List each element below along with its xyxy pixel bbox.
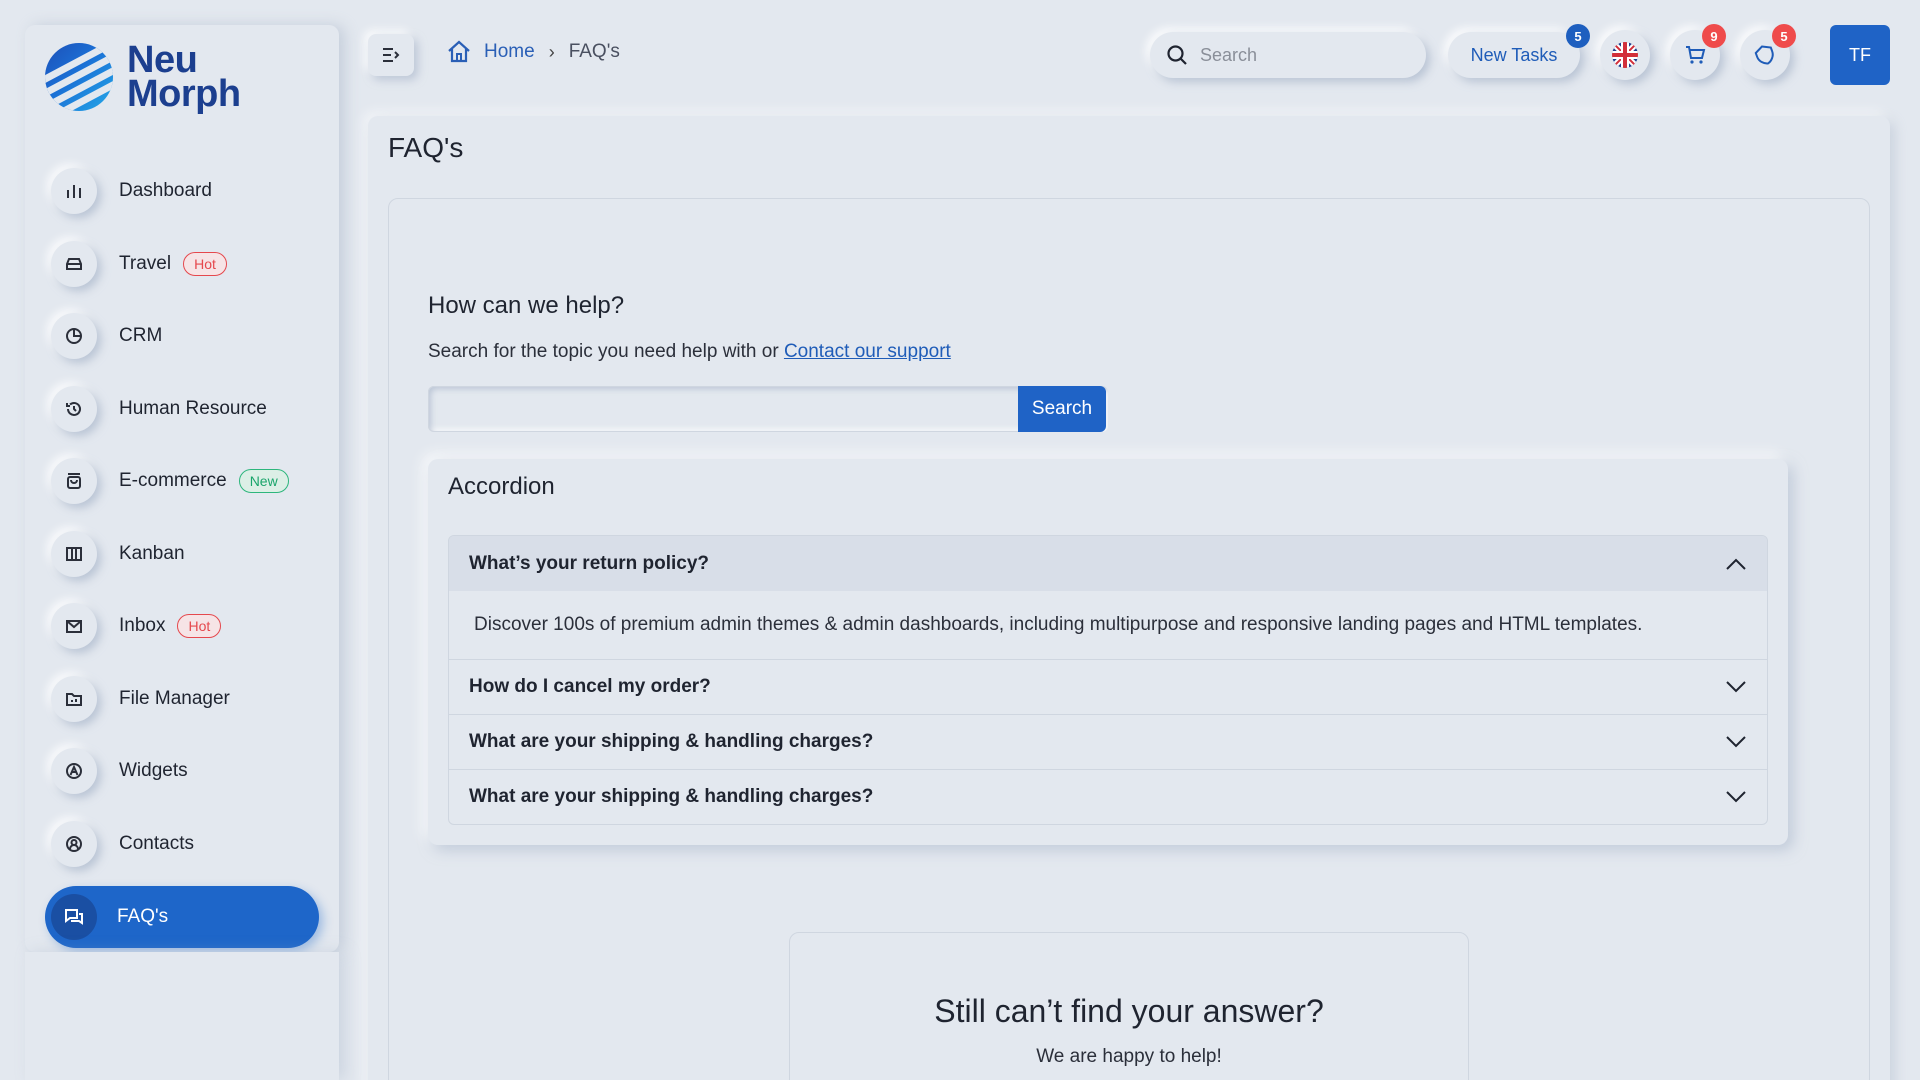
cart-count-badge: 9 <box>1702 24 1726 48</box>
sidebar-item-travel[interactable]: Travel Hot <box>25 228 339 301</box>
menu-collapse-icon <box>383 48 400 62</box>
sidebar-item-label: Kanban <box>119 542 185 564</box>
chevron-up-icon <box>1726 558 1746 570</box>
new-tasks-button[interactable]: New Tasks 5 <box>1448 24 1590 78</box>
sidebar-item-widgets[interactable]: Widgets <box>25 735 339 808</box>
sidebar-item-dashboard[interactable]: Dashboard <box>25 155 339 228</box>
accordion-answer: Discover 100s of premium admin themes & … <box>449 591 1767 659</box>
search-icon <box>1167 45 1187 65</box>
help-search-button[interactable]: Search <box>1018 386 1106 432</box>
header-search[interactable] <box>1150 32 1426 78</box>
sidebar-item-label: E-commerce <box>119 470 227 492</box>
sidebar-item-file-manager[interactable]: File Manager <box>25 663 339 736</box>
accordion-list: What’s your return policy? Discover 100s… <box>448 535 1768 825</box>
breadcrumb-current: FAQ's <box>568 41 620 62</box>
accordion-title: Accordion <box>448 473 555 500</box>
sidebar-item-human-resource[interactable]: Human Resource <box>25 373 339 446</box>
chevron-right-icon: › <box>548 41 555 62</box>
brand-line2: Morph <box>127 73 241 115</box>
accordion-item-header[interactable]: How do I cancel my order? <box>449 659 1767 714</box>
menu-toggle-button[interactable] <box>368 34 414 76</box>
page-title: FAQ's <box>388 132 464 163</box>
sidebar-item-label: Human Resource <box>119 397 267 419</box>
brand-line1: Neu <box>127 39 198 81</box>
sidebar-item-label: Contacts <box>119 832 194 854</box>
accordion-question: How do I cancel my order? <box>469 676 711 697</box>
sidebar-item-label: Widgets <box>119 760 188 782</box>
sidebar-item-label: Dashboard <box>119 180 212 202</box>
chevron-down-icon <box>1726 736 1746 748</box>
accordion-question: What’s your return policy? <box>469 552 709 574</box>
accordion-item-header[interactable]: What are your shipping & handling charge… <box>449 769 1767 824</box>
help-subtitle: Search for the topic you need help with … <box>428 341 951 363</box>
sidebar: Neu Morph Dashboard Travel Hot CRM Human… <box>25 25 339 952</box>
brand-name: Neu Morph <box>127 39 241 115</box>
brand-logo[interactable]: Neu Morph <box>45 39 241 115</box>
notifications-count-badge: 5 <box>1772 24 1796 48</box>
help-title: How can we help? <box>428 292 625 319</box>
still-need-help-title: Still can’t find your answer? <box>934 993 1324 1029</box>
language-button[interactable] <box>1600 30 1650 80</box>
sidebar-item-contacts[interactable]: Contacts <box>25 808 339 881</box>
globe-logo-icon <box>45 43 113 111</box>
accordion-item-header[interactable]: What are your shipping & handling charge… <box>449 714 1767 769</box>
cart-button[interactable]: 9 <box>1670 24 1726 80</box>
chevron-down-icon <box>1726 791 1746 803</box>
cart-icon <box>1686 46 1706 64</box>
home-icon[interactable] <box>446 40 472 64</box>
accordion: Accordion What’s your return policy? Dis… <box>428 459 1788 845</box>
sidebar-item-faqs[interactable]: FAQ's <box>45 886 319 948</box>
new-tasks-count-badge: 5 <box>1566 24 1590 48</box>
main-content: FAQ's How can we help? Search for the to… <box>368 116 1890 1080</box>
sidebar-nav: Dashboard Travel Hot CRM Human Resource <box>25 155 339 948</box>
chat-icon <box>51 894 97 940</box>
history-icon <box>51 385 97 432</box>
help-subtitle-text: Search for the topic you need help with … <box>428 341 779 362</box>
accordion-question: What are your shipping & handling charge… <box>469 731 874 752</box>
chevron-down-icon <box>1726 681 1746 693</box>
widget-icon <box>51 748 97 795</box>
folder-icon <box>51 675 97 722</box>
car-icon <box>51 240 97 287</box>
hot-badge: Hot <box>183 251 227 276</box>
bar-chart-icon <box>51 168 97 215</box>
sidebar-item-inbox[interactable]: Inbox Hot <box>25 590 339 663</box>
accordion-item-header[interactable]: What’s your return policy? <box>449 536 1767 591</box>
new-badge: New <box>238 469 289 494</box>
shopping-bag-icon <box>51 458 97 505</box>
contact-support-link[interactable]: Contact our support <box>784 341 951 362</box>
shield-icon <box>1754 45 1774 65</box>
sidebar-item-label: Travel <box>119 252 172 274</box>
header-search-input[interactable] <box>1200 44 1400 66</box>
help-search-input[interactable] <box>428 386 1018 432</box>
sidebar-item-label: FAQ's <box>117 906 169 927</box>
sidebar-item-crm[interactable]: CRM <box>25 300 339 373</box>
mail-icon <box>51 603 97 650</box>
sidebar-item-label: File Manager <box>119 687 230 709</box>
hot-badge: Hot <box>177 614 222 639</box>
help-search: Search <box>428 386 1108 432</box>
sidebar-item-ecommerce[interactable]: E-commerce New <box>25 445 339 518</box>
sidebar-background <box>25 952 339 1080</box>
sidebar-item-kanban[interactable]: Kanban <box>25 518 339 591</box>
user-circle-icon <box>51 820 97 867</box>
breadcrumb-home-link[interactable]: Home <box>484 41 535 63</box>
notifications-button[interactable]: 5 <box>1740 24 1796 80</box>
sidebar-item-label: Inbox <box>119 615 166 637</box>
uk-flag-icon <box>1612 42 1638 68</box>
pie-chart-icon <box>51 313 97 360</box>
sidebar-item-label: CRM <box>119 325 163 347</box>
columns-icon <box>51 530 97 577</box>
still-need-help-subtitle: We are happy to help! <box>1036 1046 1222 1067</box>
new-tasks-label: New Tasks <box>1470 44 1558 65</box>
breadcrumb: Home › FAQ's <box>446 40 620 64</box>
avatar[interactable]: TF <box>1830 25 1890 85</box>
accordion-question: What are your shipping & handling charge… <box>469 786 874 807</box>
still-need-help-card: Still can’t find your answer? We are hap… <box>789 932 1469 1080</box>
